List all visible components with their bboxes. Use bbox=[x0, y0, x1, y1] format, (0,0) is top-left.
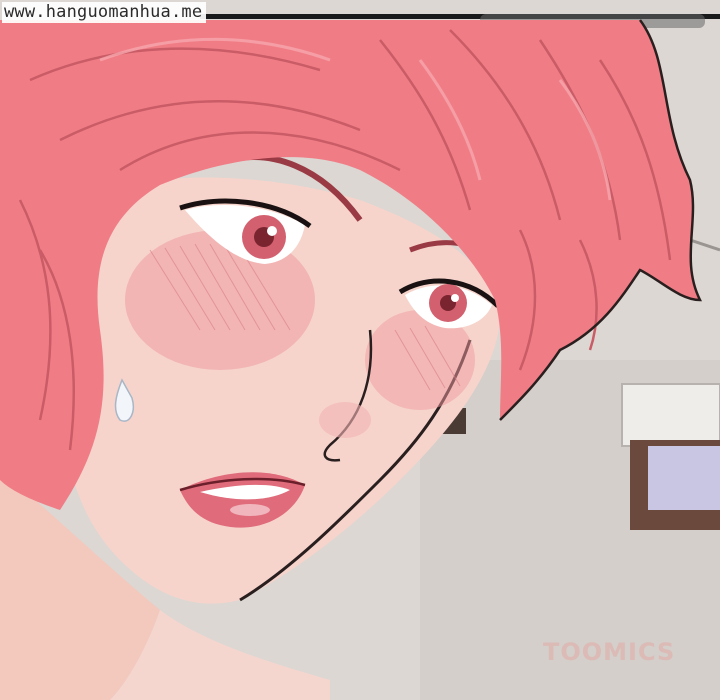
illustration bbox=[0, 0, 720, 700]
wall-window bbox=[621, 383, 720, 530]
source-watermark: www.hanguomanhua.me bbox=[2, 2, 207, 23]
nose-highlight bbox=[319, 402, 371, 438]
brand-watermark: TOOMICS bbox=[543, 638, 676, 666]
comic-panel: www.hanguomanhua.me TOOMICS bbox=[0, 0, 720, 700]
